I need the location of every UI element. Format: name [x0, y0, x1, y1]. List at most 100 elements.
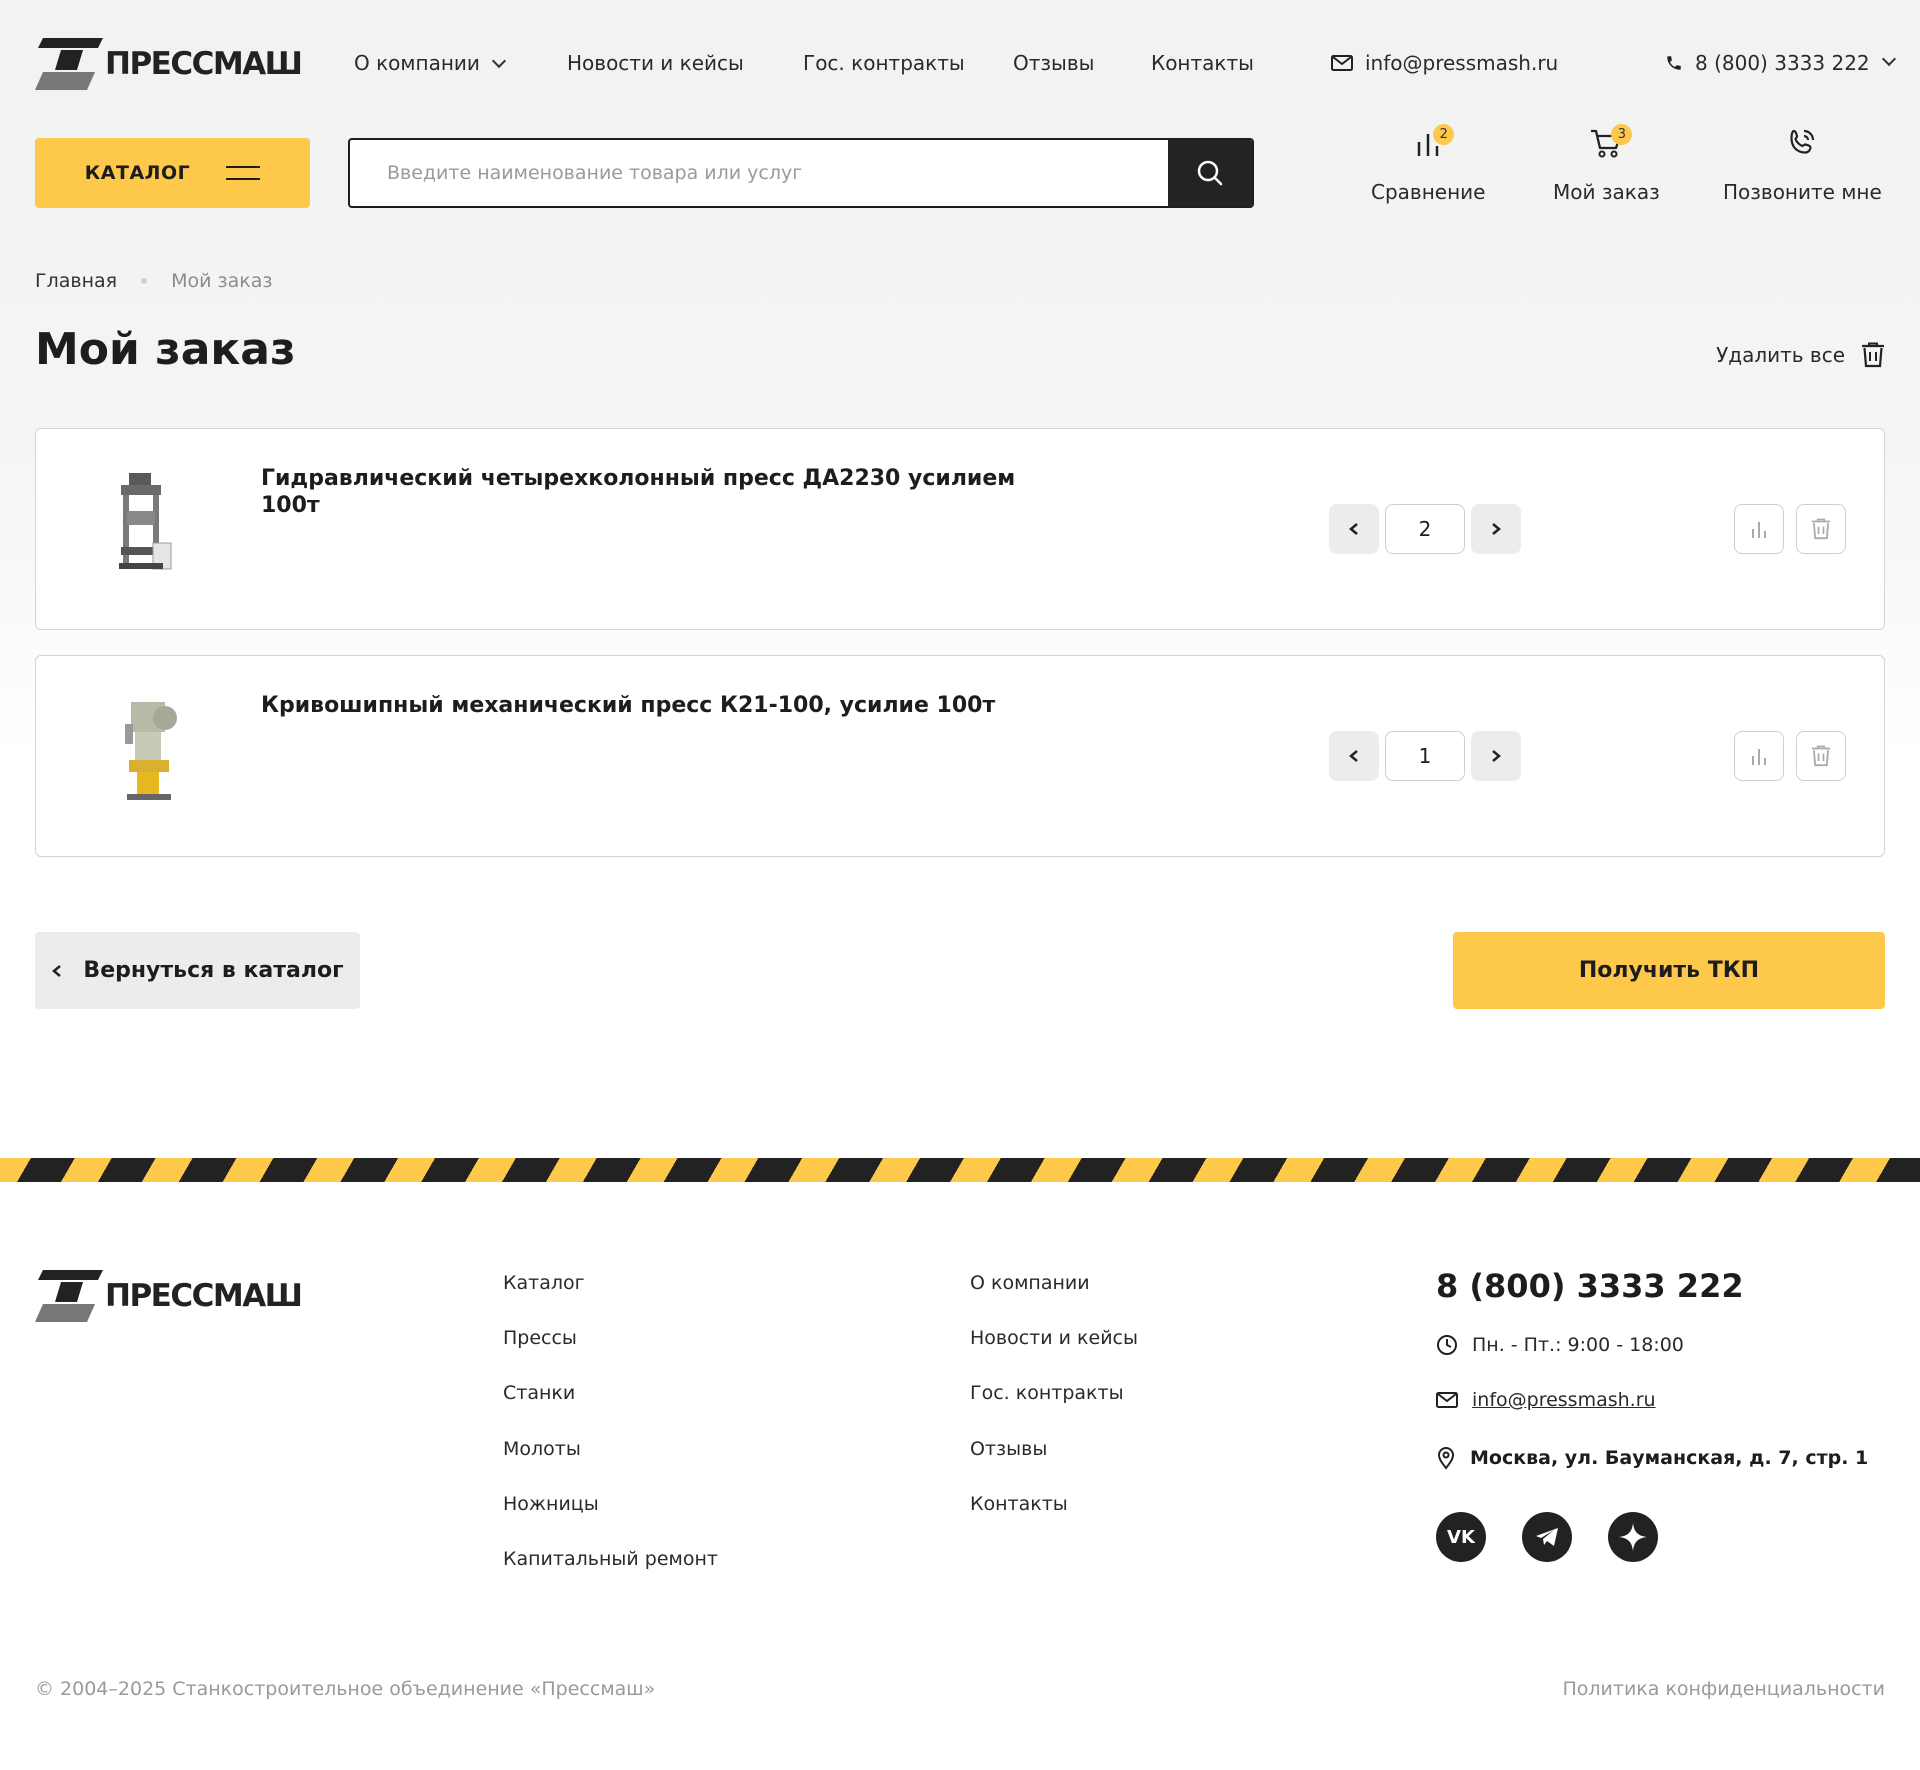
decrease-button[interactable]: [1329, 731, 1379, 781]
compare-icon: [1752, 749, 1766, 765]
product-image[interactable]: [91, 467, 211, 587]
footer-link[interactable]: Контакты: [970, 1493, 1068, 1515]
search-icon: [1197, 160, 1223, 186]
clock-icon: [1437, 1335, 1457, 1355]
catalog-button[interactable]: КАТАЛОГ: [35, 138, 310, 208]
footer-logo[interactable]: ПРЕССМАШ: [35, 1270, 303, 1322]
trash-icon: [1811, 745, 1831, 767]
logo-mark-icon: [35, 1270, 103, 1322]
page-title: Мой заказ: [35, 324, 296, 375]
compare-label: Сравнение: [1371, 180, 1486, 204]
header-email-text: info@pressmash.ru: [1365, 51, 1559, 75]
footer-email[interactable]: info@pressmash.ru: [1436, 1389, 1656, 1411]
chevron-left-icon: [52, 964, 62, 977]
get-tkp-button[interactable]: Получить ТКП: [1453, 932, 1885, 1009]
increase-button[interactable]: [1471, 504, 1521, 554]
order-label: Мой заказ: [1553, 180, 1660, 204]
footer-link[interactable]: О компании: [970, 1272, 1090, 1294]
footer-link[interactable]: Капитальный ремонт: [503, 1548, 718, 1570]
decrease-button[interactable]: [1329, 504, 1379, 554]
footer-address: Москва, ул. Бауманская, д. 7, стр. 1: [1436, 1446, 1868, 1470]
get-tkp-label: Получить ТКП: [1578, 958, 1760, 983]
star-link[interactable]: [1608, 1512, 1658, 1562]
nav-contracts[interactable]: Гос. контракты: [803, 50, 965, 76]
nav-reviews[interactable]: Отзывы: [1013, 50, 1094, 76]
cart-item: Гидравлический четырехколонный пресс ДА2…: [35, 428, 1885, 630]
remove-item-button[interactable]: [1796, 731, 1846, 781]
breadcrumb: Главная Мой заказ: [35, 270, 272, 292]
footer-hours: Пн. - Пт.: 9:00 - 18:00: [1436, 1334, 1684, 1356]
telegram-icon: [1536, 1528, 1558, 1546]
footer-link[interactable]: Каталог: [503, 1272, 585, 1294]
delete-all-label: Удалить все: [1716, 343, 1845, 367]
footer-link[interactable]: Молоты: [503, 1438, 581, 1460]
product-name[interactable]: Кривошипный механический пресс К21-100, …: [261, 692, 1021, 719]
header-email[interactable]: info@pressmash.ru: [1331, 50, 1558, 76]
trash-icon: [1811, 518, 1831, 540]
callback-label: Позвоните мне: [1723, 180, 1882, 204]
footer-link[interactable]: Отзывы: [970, 1438, 1047, 1460]
increase-button[interactable]: [1471, 731, 1521, 781]
vk-icon: VK: [1447, 1526, 1475, 1548]
order-badge: 3: [1611, 124, 1633, 145]
privacy-policy-link[interactable]: Политика конфиденциальности: [1562, 1678, 1885, 1700]
footer-email-link[interactable]: info@pressmash.ru: [1472, 1389, 1656, 1411]
footer-phone[interactable]: 8 (800) 3333 222: [1436, 1267, 1744, 1305]
menu-icon: [226, 166, 261, 180]
crank-press-image: [125, 702, 177, 800]
breadcrumb-home[interactable]: Главная: [35, 270, 117, 292]
trash-icon: [1862, 342, 1884, 368]
back-to-catalog-label: Вернуться в каталог: [83, 958, 344, 983]
product-image[interactable]: [91, 694, 211, 814]
chevron-left-icon: [1349, 750, 1358, 762]
cart-item: Кривошипный механический пресс К21-100, …: [35, 655, 1885, 857]
telegram-link[interactable]: [1522, 1512, 1572, 1562]
footer-logo-text: ПРЕССМАШ: [105, 1278, 303, 1314]
logo[interactable]: ПРЕССМАШ: [35, 38, 303, 90]
product-name[interactable]: Гидравлический четырехколонный пресс ДА2…: [261, 465, 1021, 519]
add-compare-button[interactable]: [1734, 504, 1784, 554]
catalog-button-label: КАТАЛОГ: [84, 162, 191, 184]
phone-icon: [1667, 56, 1681, 70]
phone-call-icon: [1790, 129, 1815, 154]
remove-item-button[interactable]: [1796, 504, 1846, 554]
compare-tool[interactable]: 2 Сравнение: [1371, 120, 1485, 204]
callback-tool[interactable]: Позвоните мне: [1723, 120, 1882, 204]
nav-contacts[interactable]: Контакты: [1151, 50, 1254, 76]
footer-link[interactable]: Станки: [503, 1382, 575, 1404]
mail-icon: [1436, 1392, 1458, 1408]
footer-link[interactable]: Прессы: [503, 1327, 577, 1349]
footer-hours-text: Пн. - Пт.: 9:00 - 18:00: [1472, 1334, 1684, 1356]
vk-link[interactable]: VK: [1436, 1512, 1486, 1562]
footer-link[interactable]: Ножницы: [503, 1493, 599, 1515]
header-phone[interactable]: 8 (800) 3333 222: [1665, 50, 1896, 76]
back-to-catalog-button[interactable]: Вернуться в каталог: [35, 932, 360, 1009]
header-phone-text: 8 (800) 3333 222: [1695, 51, 1870, 75]
compare-badge: 2: [1433, 124, 1455, 145]
chevron-right-icon: [1492, 523, 1501, 535]
location-pin-icon: [1437, 1447, 1455, 1470]
footer-link[interactable]: Гос. контракты: [970, 1382, 1124, 1404]
order-tool[interactable]: 3 Мой заказ: [1553, 120, 1660, 204]
nav-news[interactable]: Новости и кейсы: [567, 50, 744, 76]
logo-mark-icon: [35, 38, 103, 90]
quantity-input[interactable]: [1385, 504, 1465, 554]
star-icon: [1619, 1523, 1647, 1551]
search-button[interactable]: [1168, 140, 1252, 206]
delete-all-button[interactable]: Удалить все: [1716, 342, 1885, 368]
add-compare-button[interactable]: [1734, 731, 1784, 781]
search-bar: [348, 138, 1254, 208]
quantity-stepper: [1329, 504, 1521, 554]
quantity-stepper: [1329, 731, 1521, 781]
footer-link[interactable]: Новости и кейсы: [970, 1327, 1138, 1349]
chevron-down-icon[interactable]: [1881, 51, 1896, 67]
breadcrumb-current: Мой заказ: [171, 270, 273, 292]
search-input[interactable]: [350, 140, 1170, 206]
chevron-down-icon: [491, 53, 506, 69]
quantity-input[interactable]: [1385, 731, 1465, 781]
chevron-left-icon: [1349, 523, 1358, 535]
nav-about[interactable]: О компании: [354, 50, 506, 76]
mail-icon: [1331, 55, 1353, 71]
chevron-right-icon: [1492, 750, 1501, 762]
hazard-stripe-divider: [0, 1158, 1920, 1182]
